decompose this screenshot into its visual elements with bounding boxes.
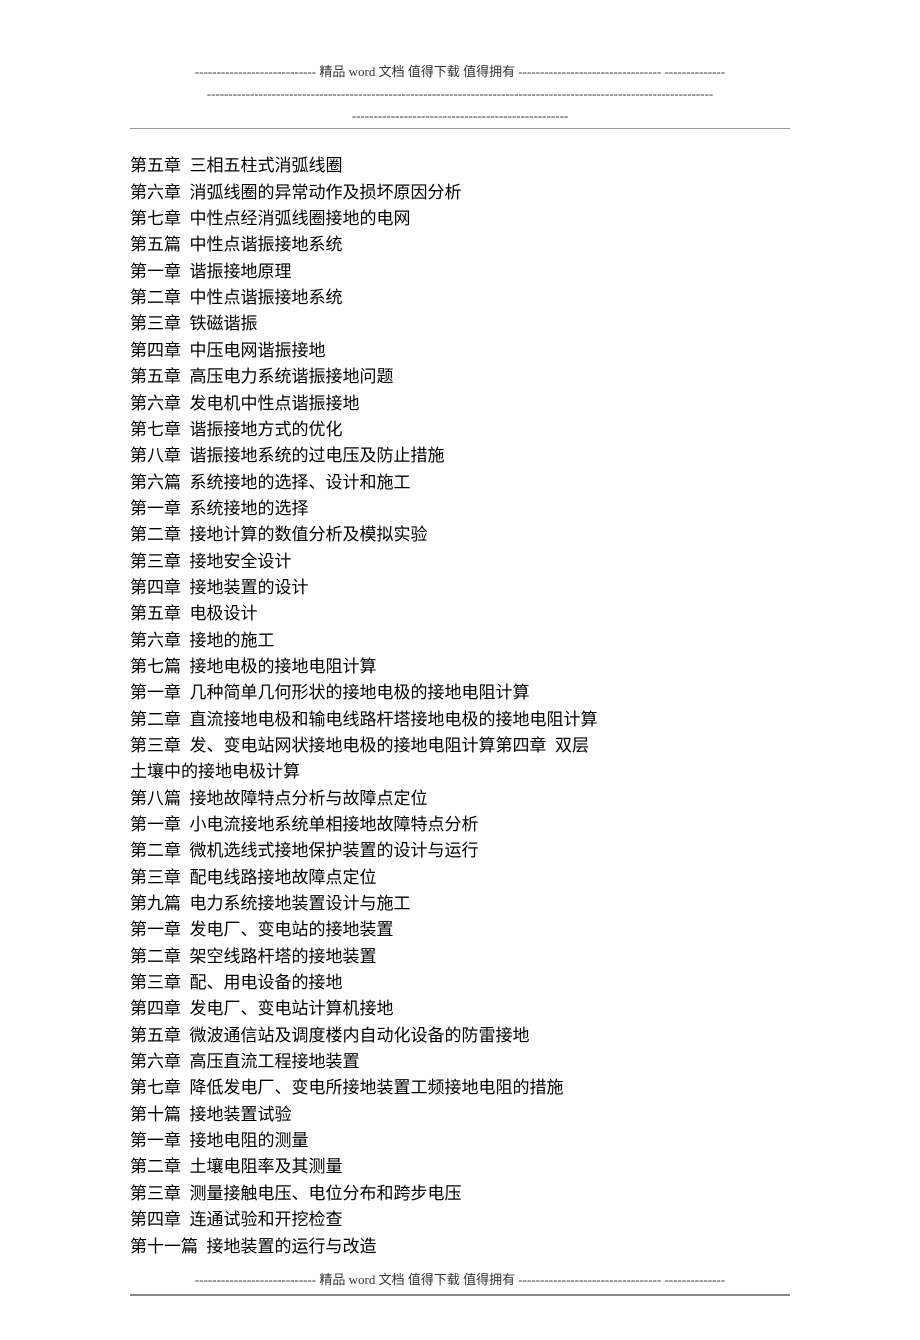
toc-line: 第九篇 电力系统接地装置设计与施工 [130, 891, 790, 917]
toc-line: 第二章 直流接地电极和输电线路杆塔接地电极的接地电阻计算 [130, 707, 790, 733]
toc-line: 第六章 发电机中性点谐振接地 [130, 391, 790, 417]
toc-line: 第六章 接地的施工 [130, 628, 790, 654]
toc-line: 第三章 配电线路接地故障点定位 [130, 865, 790, 891]
toc-line: 第五章 微波通信站及调度楼内自动化设备的防雷接地 [130, 1023, 790, 1049]
toc-line: 第六章 高压直流工程接地装置 [130, 1049, 790, 1075]
toc-line: 第十一篇 接地装置的运行与改造 [130, 1234, 790, 1260]
toc-line: 第七篇 接地电极的接地电阻计算 [130, 654, 790, 680]
toc-line: 第一章 系统接地的选择 [130, 496, 790, 522]
toc-line: 第五章 高压电力系统谐振接地问题 [130, 364, 790, 390]
toc-line: 第三章 铁磁谐振 [130, 311, 790, 337]
toc-line: 第七章 谐振接地方式的优化 [130, 417, 790, 443]
toc-line: 第七章 降低发电厂、变电所接地装置工频接地电阻的措施 [130, 1075, 790, 1101]
toc-line: 土壤中的接地电极计算 [130, 759, 790, 785]
toc-line: 第五章 三相五柱式消弧线圈 [130, 153, 790, 179]
toc-line: 第八篇 接地故障特点分析与故障点定位 [130, 786, 790, 812]
toc-line: 第七章 中性点经消弧线圈接地的电网 [130, 206, 790, 232]
toc-line: 第一章 小电流接地系统单相接地故障特点分析 [130, 812, 790, 838]
toc-line: 第三章 测量接触电压、电位分布和跨步电压 [130, 1181, 790, 1207]
toc-line: 第四章 中压电网谐振接地 [130, 338, 790, 364]
toc-line: 第四章 连通试验和开挖检查 [130, 1207, 790, 1233]
toc-line: 第二章 微机选线式接地保护装置的设计与运行 [130, 838, 790, 864]
toc-line: 第五章 电极设计 [130, 601, 790, 627]
toc-line: 第一章 接地电阻的测量 [130, 1128, 790, 1154]
toc-line: 第四章 发电厂、变电站计算机接地 [130, 996, 790, 1022]
header-text-3: ----------------------------------------… [130, 106, 790, 126]
toc-content: 第五章 三相五柱式消弧线圈第六章 消弧线圈的异常动作及损坏原因分析第七章 中性点… [130, 153, 790, 1259]
toc-line: 第三章 接地安全设计 [130, 549, 790, 575]
toc-line: 第二章 架空线路杆塔的接地装置 [130, 944, 790, 970]
toc-line: 第一章 发电厂、变电站的接地装置 [130, 917, 790, 943]
header-text-2: ----------------------------------------… [130, 84, 790, 104]
toc-line: 第一章 谐振接地原理 [130, 259, 790, 285]
toc-line: 第四章 接地装置的设计 [130, 575, 790, 601]
toc-line: 第二章 土壤电阻率及其测量 [130, 1154, 790, 1180]
toc-line: 第五篇 中性点谐振接地系统 [130, 232, 790, 258]
header-text-1: ---------------------------- 精品 word 文档 … [130, 62, 790, 82]
toc-line: 第一章 几种简单几何形状的接地电极的接地电阻计算 [130, 680, 790, 706]
document-page: ---------------------------- 精品 word 文档 … [0, 0, 920, 1340]
header-rule [130, 128, 790, 129]
toc-line: 第六篇 系统接地的选择、设计和施工 [130, 470, 790, 496]
toc-line: 第二章 中性点谐振接地系统 [130, 285, 790, 311]
toc-line: 第六章 消弧线圈的异常动作及损坏原因分析 [130, 180, 790, 206]
toc-line: 第二章 接地计算的数值分析及模拟实验 [130, 522, 790, 548]
toc-line: 第十篇 接地装置试验 [130, 1102, 790, 1128]
toc-line: 第八章 谐振接地系统的过电压及防止措施 [130, 443, 790, 469]
toc-line: 第三章 发、变电站网状接地电极的接地电阻计算第四章 双层 [130, 733, 790, 759]
footer-text-1: ---------------------------- 精品 word 文档 … [130, 1270, 790, 1290]
footer-block: ---------------------------- 精品 word 文档 … [130, 1270, 790, 1296]
toc-line: 第三章 配、用电设备的接地 [130, 970, 790, 996]
footer-rule [130, 1294, 790, 1296]
